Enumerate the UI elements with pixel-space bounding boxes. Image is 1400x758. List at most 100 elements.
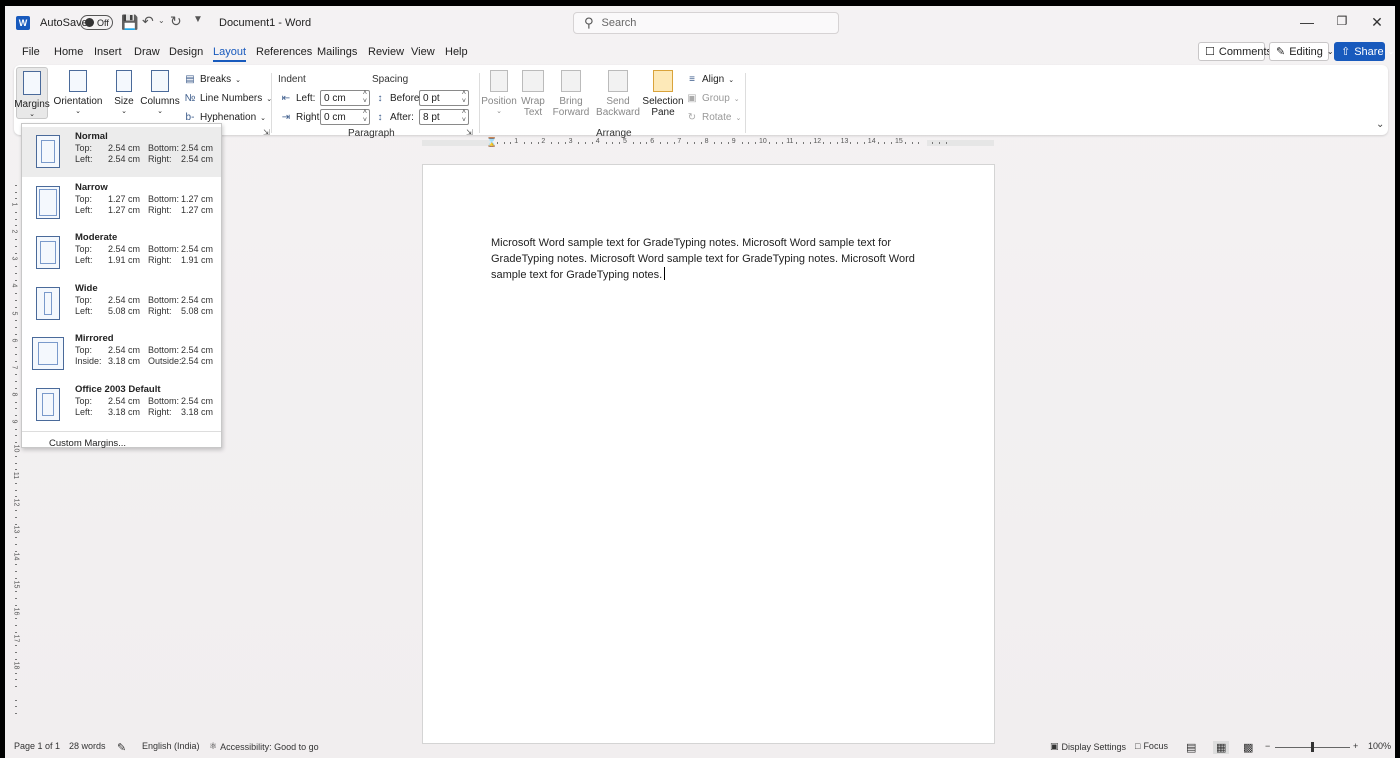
redo-icon[interactable]: ↻ [170, 13, 182, 30]
print-layout-icon[interactable]: ▦ [1213, 741, 1230, 754]
indent-marker-icon[interactable]: ⌛ [486, 137, 497, 148]
group-button[interactable]: ▣ Group ⌄ [686, 93, 739, 104]
bring-forward-button[interactable]: Bring Forward [550, 70, 592, 118]
margins-button[interactable]: Margins ⌄ [14, 67, 50, 119]
ruler-number: 15 [895, 138, 903, 145]
autosave-toggle[interactable]: Off [80, 15, 113, 30]
breaks-button[interactable]: ▤ Breaks ⌄ [184, 74, 241, 85]
language[interactable]: English (India) [142, 741, 200, 751]
tab-references[interactable]: References [256, 46, 312, 58]
tab-review[interactable]: Review [368, 46, 404, 58]
save-icon[interactable]: 💾 [121, 14, 138, 31]
ruler-tick [15, 306, 17, 308]
ruler-number: 6 [650, 138, 655, 145]
tab-mailings[interactable]: Mailings [317, 46, 357, 58]
editing-button[interactable]: ✎ Editing ⌄ [1269, 42, 1334, 61]
restore-icon[interactable]: ❐ [1332, 14, 1352, 28]
zoom-out-icon[interactable]: − [1265, 741, 1270, 751]
undo-dropdown-icon[interactable]: ⌄ [158, 16, 165, 25]
read-mode-icon[interactable]: ▤ [1186, 741, 1196, 754]
preset-value: 5.08 cm [181, 305, 214, 316]
spinner-arrows-icon[interactable]: ˄ ˅ [462, 109, 466, 125]
accessibility-status[interactable]: ⚛ Accessibility: Good to go [209, 741, 319, 752]
collapse-ribbon-icon[interactable]: ⌄ [1376, 119, 1384, 130]
web-layout-icon[interactable]: ▩ [1243, 741, 1253, 754]
align-button[interactable]: ≡ Align ⌄ [686, 74, 734, 85]
page-setup-launcher-icon[interactable]: ⇲ [263, 128, 270, 137]
tab-layout[interactable]: Layout [213, 46, 247, 62]
document-body[interactable]: Microsoft Word sample text for GradeTypi… [491, 235, 931, 283]
tab-view[interactable]: View [411, 46, 435, 58]
indent-right-input[interactable]: 0 cm ˄ ˅ [320, 109, 370, 125]
spacing-before-input[interactable]: 0 pt ˄ ˅ [419, 90, 469, 106]
ruler-tick [558, 142, 559, 144]
wrap-text-button[interactable]: Wrap Text [519, 70, 547, 118]
ruler-tick [721, 142, 723, 144]
ruler-number: 16 [12, 607, 20, 615]
ruler-number: 17 [12, 634, 20, 643]
tab-design[interactable]: Design [169, 46, 203, 58]
close-icon[interactable]: ✕ [1367, 14, 1387, 31]
orientation-button[interactable]: Orientation ⌄ [54, 70, 102, 115]
comments-button[interactable]: ☐ Comments [1198, 42, 1272, 61]
spinner-arrows-icon[interactable]: ˄ ˅ [363, 109, 367, 125]
rotate-button[interactable]: ↻ Rotate ⌄ [686, 112, 742, 123]
tab-insert[interactable]: Insert [94, 46, 122, 58]
margin-preset-narrow[interactable]: Narrow Top: 1.27 cm Bottom: 1.27 cm Left: 1.27… [22, 178, 221, 228]
focus-button[interactable]: □ Focus [1135, 741, 1168, 751]
customize-toolbar-icon[interactable]: ▼ [193, 14, 203, 25]
tab-help[interactable]: Help [445, 46, 468, 58]
ruler-number: 13 [12, 525, 20, 534]
zoom-level[interactable]: 100% [1368, 741, 1391, 751]
size-button[interactable]: Size ⌄ [110, 70, 138, 115]
margin-preset-moderate[interactable]: Moderate Top: 2.54 cm Bottom: 2.54 cm Left: 1.… [22, 228, 221, 278]
ruler-tick [15, 537, 17, 539]
preset-name: Mirrored [75, 333, 114, 344]
proofing-icon[interactable]: ✎ [117, 741, 126, 754]
breaks-icon: ▤ [185, 74, 195, 85]
status-bar: Page 1 of 1 28 words ✎ English (India) ⚛… [5, 737, 1395, 758]
body-text[interactable]: Microsoft Word sample text for GradeTypi… [491, 237, 915, 281]
margin-preset-office-2003-default[interactable]: Office 2003 Default Top: 2.54 cm Bottom: 2.5… [22, 380, 221, 430]
position-button[interactable]: Position ⌄ [481, 70, 517, 115]
spacing-after-value: 8 pt [423, 111, 440, 123]
indent-left-value: 0 cm [324, 92, 346, 104]
divider [271, 73, 272, 133]
position-icon [490, 70, 508, 92]
preset-label: Left: [75, 255, 93, 265]
search-box[interactable]: ⚲ Search [573, 12, 839, 34]
share-button[interactable]: ⇧ Share ⌄ [1334, 42, 1394, 61]
margin-preset-normal[interactable]: Normal Top: 2.54 cm Bottom: 2.54 cm Left: 2.54… [22, 127, 221, 177]
margin-preset-mirrored[interactable]: Mirrored Top: 2.54 cm Bottom: 2.54 cm Inside:… [22, 329, 221, 379]
minimize-icon[interactable]: — [1297, 14, 1317, 30]
zoom-in-icon[interactable]: + [1353, 741, 1358, 751]
undo-icon[interactable]: ↶ [142, 13, 154, 30]
tab-file[interactable]: File [22, 46, 40, 58]
paragraph-launcher-icon[interactable]: ⇲ [466, 128, 473, 137]
columns-button[interactable]: Columns ⌄ [140, 70, 180, 115]
page-count[interactable]: Page 1 of 1 [14, 741, 60, 751]
ruler-tick [15, 550, 17, 552]
custom-margins-item[interactable]: Custom Margins... [49, 438, 126, 449]
selection-pane-button[interactable]: Selection Pane [642, 70, 684, 118]
display-settings-button[interactable]: ▣ Display Settings [1050, 741, 1126, 752]
document-page[interactable]: Microsoft Word sample text for GradeTypi… [422, 164, 995, 744]
ruler-tick [768, 142, 770, 144]
tab-draw[interactable]: Draw [134, 46, 160, 58]
tab-home[interactable]: Home [54, 46, 83, 58]
spinner-arrows-icon[interactable]: ˄ ˅ [462, 90, 466, 106]
margin-preset-wide[interactable]: Wide Top: 2.54 cm Bottom: 2.54 cm Left: 5.08 c… [22, 279, 221, 329]
hyphenation-button[interactable]: b‐ Hyphenation ⌄ [184, 112, 266, 123]
send-backward-button[interactable]: Send Backward [596, 70, 640, 118]
spacing-after-input[interactable]: 8 pt ˄ ˅ [419, 109, 469, 125]
bring-forward-label-2: Forward [552, 107, 590, 118]
word-count[interactable]: 28 words [69, 741, 106, 751]
ruler-number: 5 [623, 138, 627, 145]
spinner-arrows-icon[interactable]: ˄ ˅ [363, 90, 367, 106]
zoom-slider-thumb[interactable] [1311, 742, 1314, 752]
line-numbers-button[interactable]: № Line Numbers ⌄ [184, 93, 273, 104]
preset-label: Bottom: [148, 143, 180, 153]
horizontal-ruler[interactable]: ⌛ 1 2 3 4 5 6 7 8 9 10 11 12 13 14 15 [422, 137, 994, 149]
indent-left-input[interactable]: 0 cm ˄ ˅ [320, 90, 370, 106]
ruler-number: 10 [759, 138, 767, 145]
